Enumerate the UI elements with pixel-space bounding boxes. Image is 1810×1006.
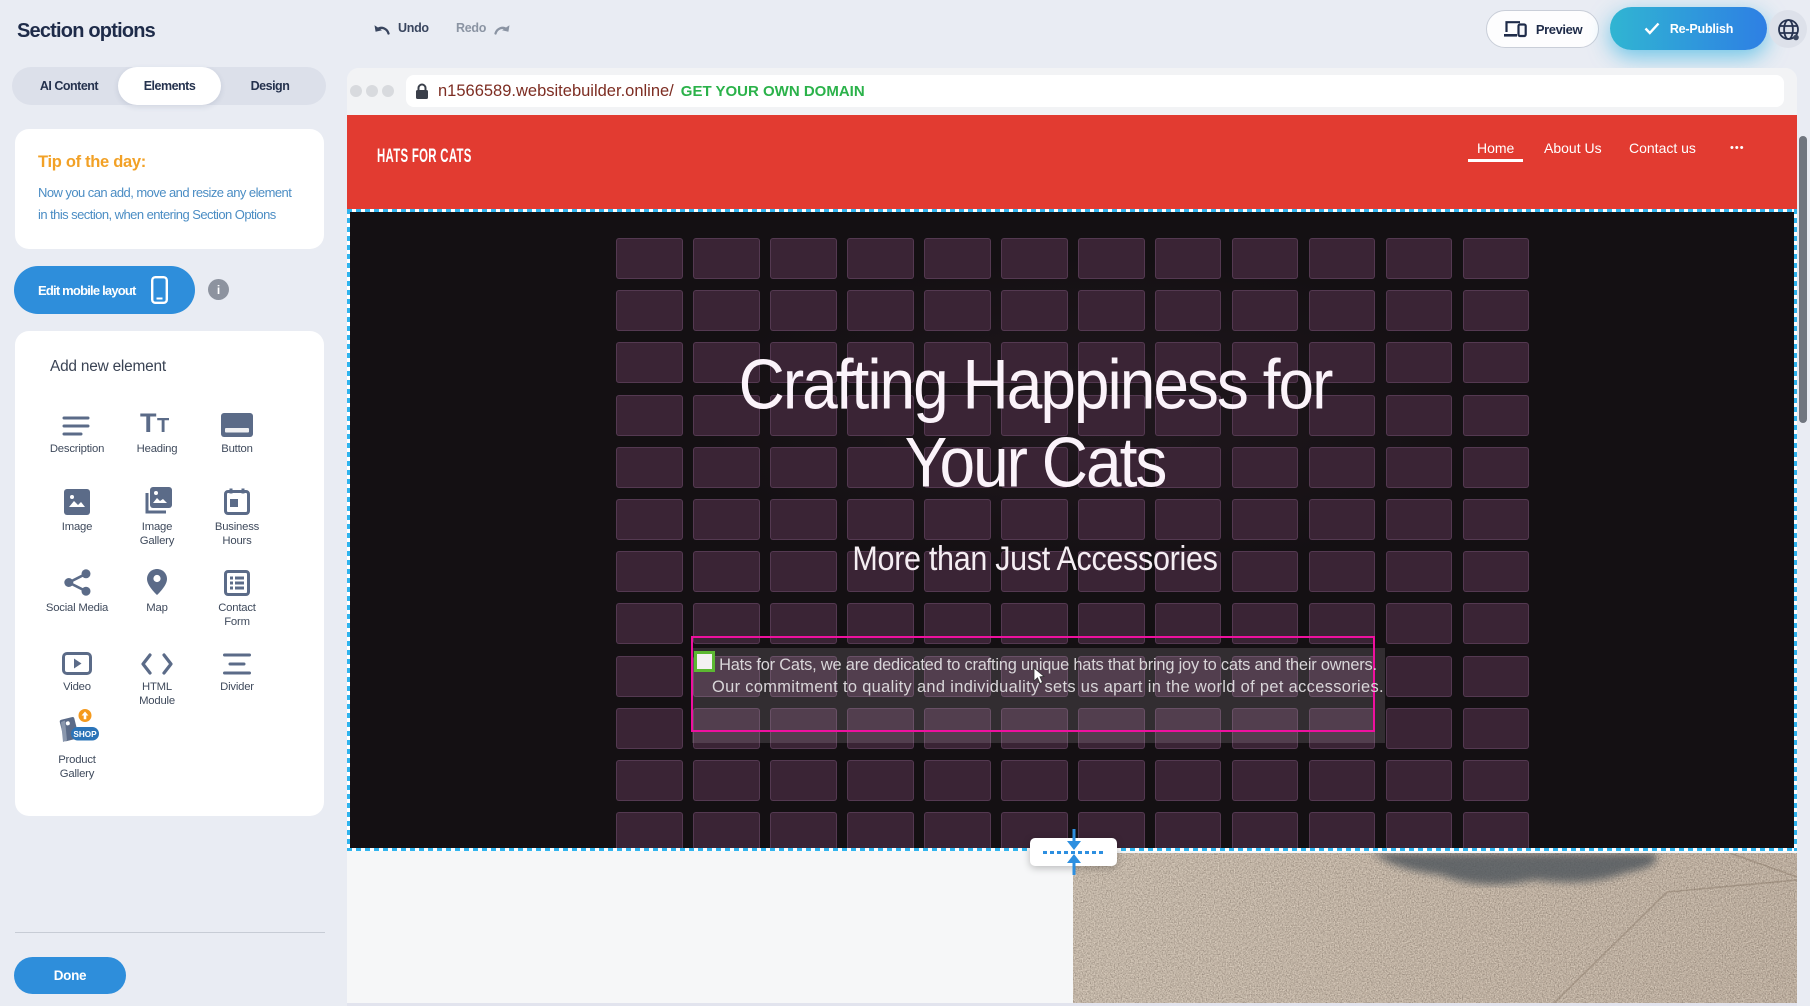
svg-text:SHOP: SHOP [73, 730, 97, 739]
svg-text:T: T [157, 415, 169, 437]
svg-text:T: T [140, 411, 157, 437]
